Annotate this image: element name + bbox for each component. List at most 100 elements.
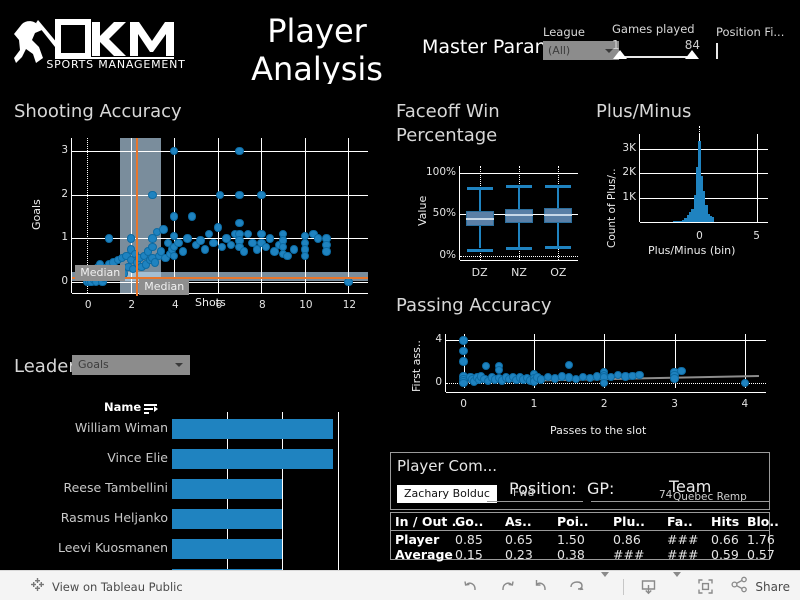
table-column-header[interactable]: Blo..	[747, 514, 779, 529]
faceoff-y-tick: 100%	[425, 165, 456, 178]
gridline	[640, 148, 768, 150]
plus-minus-y-tick: 1K	[622, 190, 636, 203]
histogram-top-marker	[699, 126, 701, 136]
shooting-y-tick: 3	[61, 144, 68, 157]
plus-minus-y-tick: 2K	[622, 166, 636, 179]
passing-accuracy-title: Passing Accuracy	[396, 295, 552, 316]
undo-button[interactable]	[461, 576, 482, 597]
leader-bar[interactable]	[172, 449, 334, 469]
data-point	[215, 190, 225, 199]
data-point	[459, 357, 468, 366]
table-cell: 0.38	[557, 547, 585, 562]
shooting-y-tick: 1	[61, 231, 68, 244]
refresh-button[interactable]	[566, 576, 587, 597]
data-point	[635, 371, 644, 380]
table-row[interactable]: Rasmus Heljanko	[0, 506, 388, 536]
data-point	[126, 234, 135, 243]
games-played-label: GP:	[587, 479, 615, 498]
table-column-header[interactable]: Fa..	[667, 514, 693, 529]
share-button[interactable]: Share	[730, 575, 790, 598]
table-row-label: Average	[395, 547, 453, 562]
leader-name: William Wiman	[74, 420, 168, 435]
data-point	[235, 146, 244, 156]
leader-bar[interactable]	[172, 419, 334, 439]
leaders-name-column-header[interactable]: Name	[104, 400, 141, 414]
data-point	[174, 238, 183, 247]
games-played-slider-track[interactable]	[620, 56, 692, 58]
table-column-header[interactable]: In / Out ..	[395, 514, 461, 529]
leader-bar[interactable]	[172, 479, 282, 499]
games-played-slider-max-handle[interactable]	[685, 50, 699, 59]
table-row[interactable]: William Wiman	[0, 416, 388, 446]
box-median	[505, 214, 533, 217]
table-cell: ###	[613, 547, 645, 562]
gridline	[756, 134, 758, 222]
table-cell: 0.15	[455, 547, 483, 562]
passing-accuracy-plot[interactable]	[445, 334, 766, 393]
table-cell: 0.85	[455, 532, 483, 547]
gridline	[261, 138, 263, 293]
passing-x-axis-title: Passes to the slot	[550, 424, 647, 437]
plus-minus-histogram[interactable]	[639, 126, 768, 223]
redo-button[interactable]	[496, 576, 517, 597]
shooting-accuracy-title: Shooting Accuracy	[14, 101, 182, 122]
leaders-measure-value: Goals	[78, 358, 109, 371]
faceoff-x-axis	[460, 260, 578, 261]
player-name-chip[interactable]: Zachary Bolduc	[397, 485, 497, 503]
revert-button[interactable]	[531, 576, 552, 597]
chevron-down-icon	[175, 363, 183, 367]
plus-minus-x-tick: 5	[753, 230, 760, 242]
gridline	[304, 138, 306, 293]
download-dropdown[interactable]	[673, 572, 682, 596]
table-row[interactable]: Vince Elie	[0, 446, 388, 476]
shooting-accuracy-panel: Shooting Accuracy Median Median Goals Sho…	[0, 98, 388, 340]
table-row[interactable]: Reese Tambellini	[0, 476, 388, 506]
data-point	[170, 251, 179, 261]
passing-y-axis	[445, 334, 446, 392]
table-column-header[interactable]: Go..	[455, 514, 483, 529]
data-point	[244, 229, 253, 239]
box-whisker-cap-high	[506, 184, 532, 188]
table-column-header[interactable]: As..	[505, 514, 532, 529]
gridline	[72, 282, 368, 284]
data-point	[257, 190, 266, 199]
download-button[interactable]	[638, 576, 659, 597]
position-value: Fwd	[513, 487, 535, 499]
table-column-header[interactable]: Plu..	[613, 514, 645, 529]
player-stats-table: In / Out .. Go.. As.. Poi.. Plu.. Fa.. Hits Blo…	[390, 512, 779, 562]
shooting-median-line-x	[136, 138, 139, 296]
passing-x-tick: 2	[600, 398, 608, 410]
data-point	[235, 190, 244, 199]
table-header-rule	[391, 530, 769, 531]
refresh-dropdown[interactable]	[601, 572, 610, 596]
leader-bar[interactable]	[172, 509, 282, 529]
data-point	[178, 247, 188, 256]
chevron-down-icon	[601, 572, 610, 596]
faceoff-x-tick-oz: OZ	[550, 266, 567, 279]
box-whisker-cap-low	[545, 246, 572, 250]
games-played-slider-min-handle[interactable]	[613, 50, 627, 59]
table-column-header[interactable]: Hits	[711, 514, 739, 529]
league-filter-label: League	[543, 25, 585, 39]
view-on-tableau-public[interactable]: View on Tableau Public	[30, 577, 183, 596]
data-point	[564, 360, 574, 369]
box-whisker-cap-high	[466, 186, 493, 190]
leaders-measure-dropdown[interactable]: Goals	[72, 355, 190, 375]
plus-minus-panel: Plus/Minus Count of Plus/.. Plus/Minus (…	[596, 98, 800, 294]
faceoff-boxplot[interactable]	[459, 166, 578, 261]
league-filter-dropdown[interactable]: (All)	[543, 41, 619, 60]
table-cell: 0.65	[505, 532, 533, 547]
shooting-accuracy-plot[interactable]: Median Median	[71, 138, 368, 296]
data-point	[239, 247, 249, 256]
shooting-x-tick: 6	[215, 299, 223, 311]
box-whisker-cap-low	[506, 246, 532, 250]
table-row[interactable]: Leevi Kuosmanen	[0, 536, 388, 566]
leader-name: Reese Tambellini	[63, 480, 168, 495]
table-column-header[interactable]: Poi..	[557, 514, 589, 529]
plus-minus-x-axis-title: Plus/Minus (bin)	[648, 244, 736, 257]
position-filter-input[interactable]	[716, 43, 718, 59]
table-cell: 1.76	[747, 532, 775, 547]
histogram-bar	[711, 217, 715, 222]
leader-bar[interactable]	[172, 539, 282, 559]
fullscreen-button[interactable]	[695, 576, 716, 597]
